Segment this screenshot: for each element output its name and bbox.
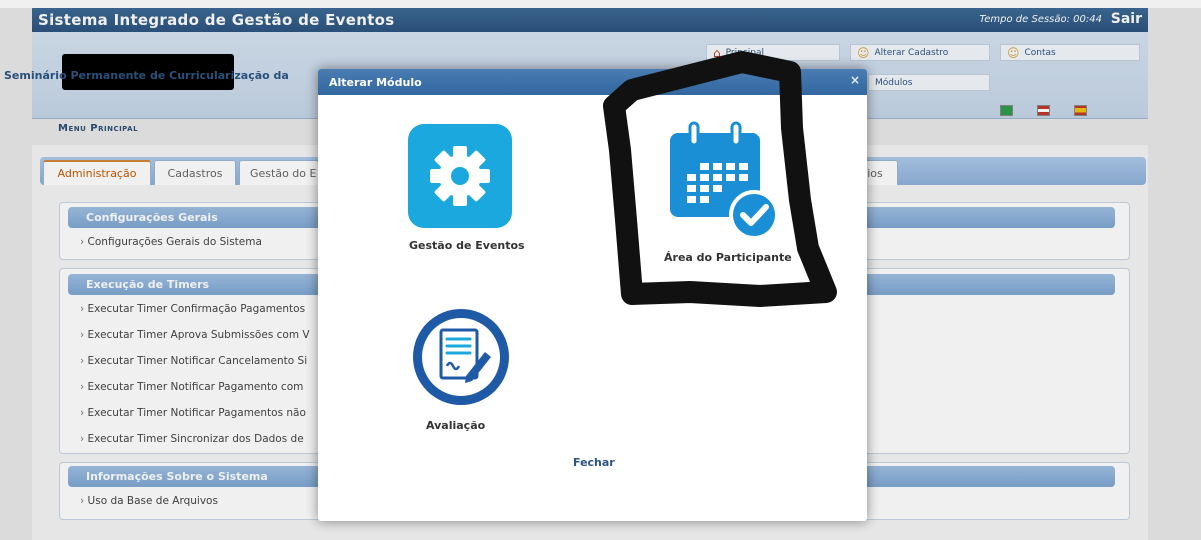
module-label-avaliacao: Avaliação	[426, 419, 486, 432]
close-icon[interactable]: ×	[850, 73, 860, 87]
fechar-button[interactable]: Fechar	[573, 456, 615, 469]
module-gestao-eventos[interactable]: Gestão de Eventos	[408, 124, 528, 264]
document-edit-icon	[413, 309, 509, 405]
module-area-participante[interactable]: Área do Participante	[664, 119, 794, 269]
module-avaliacao[interactable]: Avaliação	[410, 306, 520, 436]
module-label-participante: Área do Participante	[664, 251, 792, 264]
module-label-gestao: Gestão de Eventos	[409, 239, 525, 252]
calendar-check-icon	[670, 121, 779, 240]
alterar-modulo-dialog: Alterar Módulo × Gestão de Eventos Área …	[318, 69, 867, 521]
gear-icon	[408, 124, 512, 228]
dialog-title: Alterar Módulo	[329, 76, 422, 89]
dialog-header: Alterar Módulo ×	[318, 69, 867, 95]
